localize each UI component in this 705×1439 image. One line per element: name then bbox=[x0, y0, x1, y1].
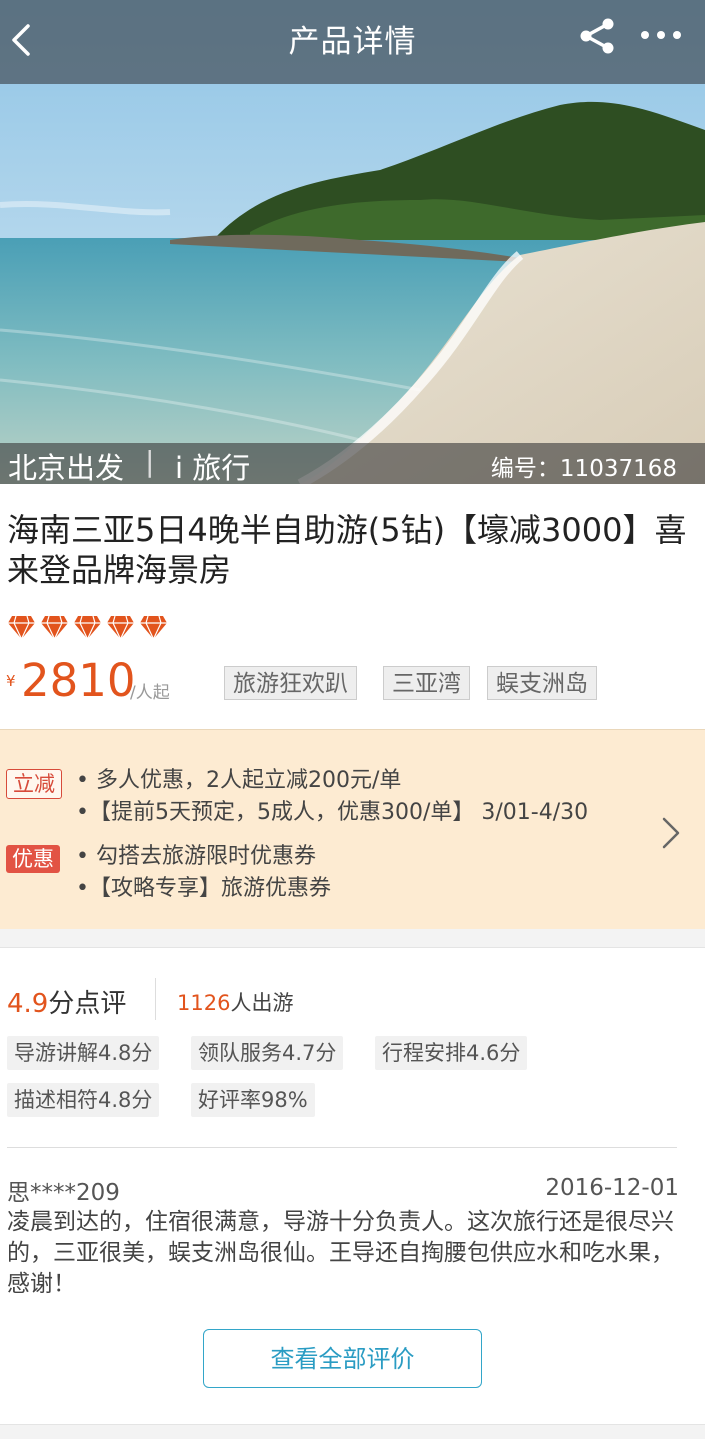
price-value: 2810 bbox=[21, 654, 136, 707]
view-all-reviews-button[interactable]: 查看全部评价 bbox=[203, 1329, 482, 1388]
promo-line: •【提前5天预定，5成人，优惠300/单】 3/01-4/30 bbox=[76, 800, 589, 825]
diamond-icon bbox=[107, 615, 134, 640]
review-date: 2016-12-01 bbox=[545, 1175, 679, 1201]
hero-banner[interactable]: 产品详情 北京出发 | i 旅行 编号：11037168 bbox=[0, 0, 705, 484]
review-text: 凌晨到达的，住宿很满意，导游十分负责人。这次旅行还是很尽兴的，三亚很美，蜈支洲岛… bbox=[7, 1209, 674, 1297]
rating-chip-leader: 领队服务4.7分 bbox=[191, 1036, 344, 1070]
chevron-right-icon[interactable] bbox=[660, 816, 682, 850]
price-unit: /人起 bbox=[130, 683, 170, 703]
tag-sanya-bay[interactable]: 三亚湾 bbox=[383, 666, 470, 700]
rating-chip-guide: 导游讲解4.8分 bbox=[7, 1036, 160, 1070]
vertical-divider bbox=[155, 978, 156, 1020]
product-code: 编号：11037168 bbox=[490, 456, 677, 482]
tag-party[interactable]: 旅游狂欢趴 bbox=[224, 666, 357, 700]
tag-wuzhizhou[interactable]: 蜈支洲岛 bbox=[487, 666, 597, 700]
top-nav-bar: 产品详情 bbox=[0, 0, 705, 84]
promotion-panel[interactable]: 立减 优惠 • 多人优惠，2人起立减200元/单 •【提前5天预定，5成人，优惠… bbox=[0, 729, 705, 930]
review-divider bbox=[7, 1147, 677, 1148]
promo-line: • 多人优惠，2人起立减200元/单 bbox=[76, 768, 402, 793]
traveler-count: 1126人出游 bbox=[177, 991, 294, 1015]
discount-badge: 立减 bbox=[6, 769, 62, 799]
rating-chip-description: 描述相符4.8分 bbox=[7, 1083, 160, 1117]
section-divider bbox=[0, 929, 705, 948]
currency-symbol: ¥ bbox=[6, 672, 16, 690]
reviewer-name: 思****209 bbox=[7, 1180, 120, 1206]
brand-label: i 旅行 bbox=[175, 451, 251, 484]
hero-info-bar: 北京出发 | i 旅行 编号：11037168 bbox=[0, 443, 705, 484]
promo-line: • 勾搭去旅游限时优惠券 bbox=[76, 844, 316, 869]
more-icon[interactable] bbox=[638, 20, 684, 50]
diamond-icon bbox=[8, 615, 35, 640]
diamond-icon bbox=[41, 615, 68, 640]
rating-chip-positive-rate: 好评率98% bbox=[191, 1083, 315, 1117]
review-score: 4.9分点评 bbox=[7, 989, 127, 1019]
divider: | bbox=[145, 445, 155, 478]
diamond-rating bbox=[7, 614, 168, 640]
product-title: 海南三亚5日4晚半自助游(5钻)【壕减3000】喜来登品牌海景房 bbox=[7, 511, 687, 589]
diamond-icon bbox=[74, 615, 101, 640]
share-icon[interactable] bbox=[578, 18, 618, 54]
diamond-icon bbox=[140, 615, 167, 640]
bottom-divider bbox=[0, 1424, 705, 1439]
offer-badge: 优惠 bbox=[6, 845, 60, 873]
departure-city: 北京出发 bbox=[8, 451, 125, 484]
rating-chip-itinerary: 行程安排4.6分 bbox=[375, 1036, 528, 1070]
promo-line: •【攻略专享】旅游优惠券 bbox=[76, 876, 331, 901]
